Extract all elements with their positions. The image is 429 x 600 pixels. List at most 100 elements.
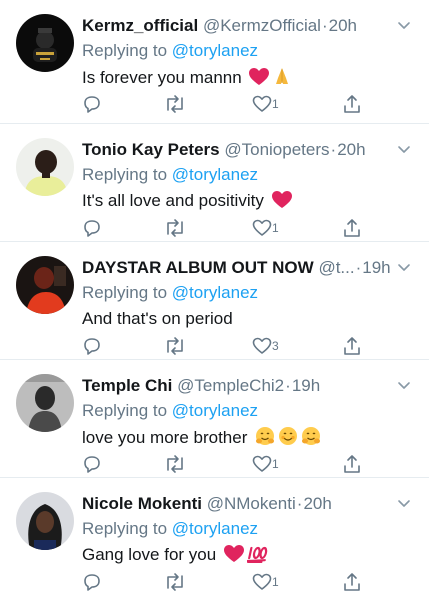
mention-link[interactable]: @torylanez [172, 519, 258, 538]
reply-feed: Kermz_official @KermzOfficial·20h Replyi… [0, 0, 429, 596]
retweet-icon[interactable] [164, 572, 186, 592]
tweet-actions: 1 [82, 94, 372, 116]
timestamp[interactable]: 20h [329, 16, 357, 35]
tweet-actions: 1 [82, 572, 372, 594]
timestamp[interactable]: 19h [292, 376, 320, 395]
hugging-emoji [301, 426, 321, 452]
reply-icon[interactable] [82, 336, 102, 356]
display-name[interactable]: Tonio Kay Peters [82, 140, 220, 159]
retweet-icon[interactable] [164, 94, 186, 114]
display-name[interactable]: Temple Chi [82, 376, 172, 395]
tweet-header: Temple Chi @TempleChi2·19h [82, 376, 395, 396]
tweet[interactable]: Kermz_official @KermzOfficial·20h Replyi… [0, 0, 429, 124]
heart-outline-icon [252, 218, 272, 238]
tweet-body: Gang love for you [82, 545, 217, 564]
retweet-icon[interactable] [164, 454, 186, 474]
tweet-text: And that's on period [82, 308, 233, 330]
mention-link[interactable]: @torylanez [172, 283, 258, 302]
avatar[interactable] [16, 138, 74, 196]
tweet-text: love you more brother [82, 426, 321, 452]
mention-link[interactable]: @torylanez [172, 165, 258, 184]
user-handle: @t... [318, 258, 355, 277]
separator: · [285, 376, 291, 395]
like-count: 1 [272, 97, 279, 111]
timestamp[interactable]: 20h [303, 494, 331, 513]
tweet-text: Is forever you mannn [82, 66, 292, 92]
share-icon[interactable] [342, 218, 362, 238]
like-button[interactable]: 1 [252, 218, 279, 238]
like-button[interactable]: 1 [252, 454, 279, 474]
reply-icon[interactable] [82, 572, 102, 592]
tweet-header: Tonio Kay Peters @Toniopeters·20h [82, 140, 395, 160]
chevron-down-icon[interactable] [397, 260, 411, 274]
heart-outline-icon [252, 94, 272, 114]
share-icon[interactable] [342, 572, 362, 592]
like-count: 1 [272, 457, 279, 471]
retweet-icon[interactable] [164, 218, 186, 238]
hugging-emoji [255, 426, 275, 452]
user-handle: @TempleChi2 [177, 376, 285, 395]
chevron-down-icon[interactable] [397, 142, 411, 156]
replying-to: Replying to @torylanez [82, 400, 258, 422]
replying-to: Replying to @torylanez [82, 518, 258, 540]
smiling-emoji [278, 426, 298, 452]
reply-icon[interactable] [82, 94, 102, 114]
replying-prefix: Replying to [82, 41, 172, 60]
replying-prefix: Replying to [82, 401, 172, 420]
like-button[interactable]: 1 [252, 94, 279, 114]
chevron-down-icon[interactable] [397, 378, 411, 392]
avatar[interactable] [16, 256, 74, 314]
avatar[interactable] [16, 14, 74, 72]
tweet-body: love you more brother [82, 428, 248, 447]
user-handle: @KermzOfficial [202, 16, 321, 35]
like-button[interactable]: 1 [252, 572, 279, 592]
display-name[interactable]: Kermz_official [82, 16, 198, 35]
replying-to: Replying to @torylanez [82, 40, 258, 62]
tweet[interactable]: Nicole Mokenti @NMokenti·20h Replying to… [0, 478, 429, 596]
like-count: 3 [272, 339, 279, 353]
tweet-actions: 3 [82, 336, 372, 358]
display-name[interactable]: Nicole Mokenti [82, 494, 202, 513]
share-icon[interactable] [342, 336, 362, 356]
tweet[interactable]: Temple Chi @TempleChi2·19h Replying to @… [0, 360, 429, 478]
replying-to: Replying to @torylanez [82, 282, 258, 304]
mention-link[interactable]: @torylanez [172, 41, 258, 60]
retweet-icon[interactable] [164, 336, 186, 356]
like-count: 1 [272, 575, 279, 589]
heart-outline-icon [252, 336, 272, 356]
heart-emoji [271, 191, 292, 215]
avatar[interactable] [16, 374, 74, 432]
reply-icon[interactable] [82, 454, 102, 474]
chevron-down-icon[interactable] [397, 496, 411, 510]
like-button[interactable]: 3 [252, 336, 279, 356]
tweet-header: DAYSTAR ALBUM OUT NOW @t...·19h [82, 258, 395, 278]
user-handle: @NMokenti [206, 494, 296, 513]
heart-outline-icon [252, 454, 272, 474]
display-name[interactable]: DAYSTAR ALBUM OUT NOW [82, 258, 314, 277]
replying-to: Replying to @torylanez [82, 164, 258, 186]
mention-link[interactable]: @torylanez [172, 401, 258, 420]
tweet-body: And that's on period [82, 309, 233, 328]
separator: · [321, 16, 328, 35]
tweet[interactable]: DAYSTAR ALBUM OUT NOW @t...·19h Replying… [0, 242, 429, 360]
tweet-text: Gang love for you [82, 544, 269, 569]
timestamp[interactable]: 20h [337, 140, 365, 159]
heart-emoji [249, 68, 270, 92]
replying-prefix: Replying to [82, 165, 172, 184]
hundred-points-emoji [246, 545, 269, 569]
share-icon[interactable] [342, 94, 362, 114]
tweet-header: Kermz_official @KermzOfficial·20h [82, 16, 395, 36]
avatar[interactable] [16, 492, 74, 550]
share-icon[interactable] [342, 454, 362, 474]
tweet-body: Is forever you mannn [82, 68, 242, 87]
tweet[interactable]: Tonio Kay Peters @Toniopeters·20h Replyi… [0, 124, 429, 242]
chevron-down-icon[interactable] [397, 18, 411, 32]
heart-outline-icon [252, 572, 272, 592]
tweet-actions: 1 [82, 454, 372, 476]
tweet-actions: 1 [82, 218, 372, 240]
pray-emoji [272, 66, 292, 92]
heart-emoji [223, 545, 244, 569]
timestamp[interactable]: 19h [362, 258, 390, 277]
reply-icon[interactable] [82, 218, 102, 238]
user-handle: @Toniopeters [224, 140, 330, 159]
